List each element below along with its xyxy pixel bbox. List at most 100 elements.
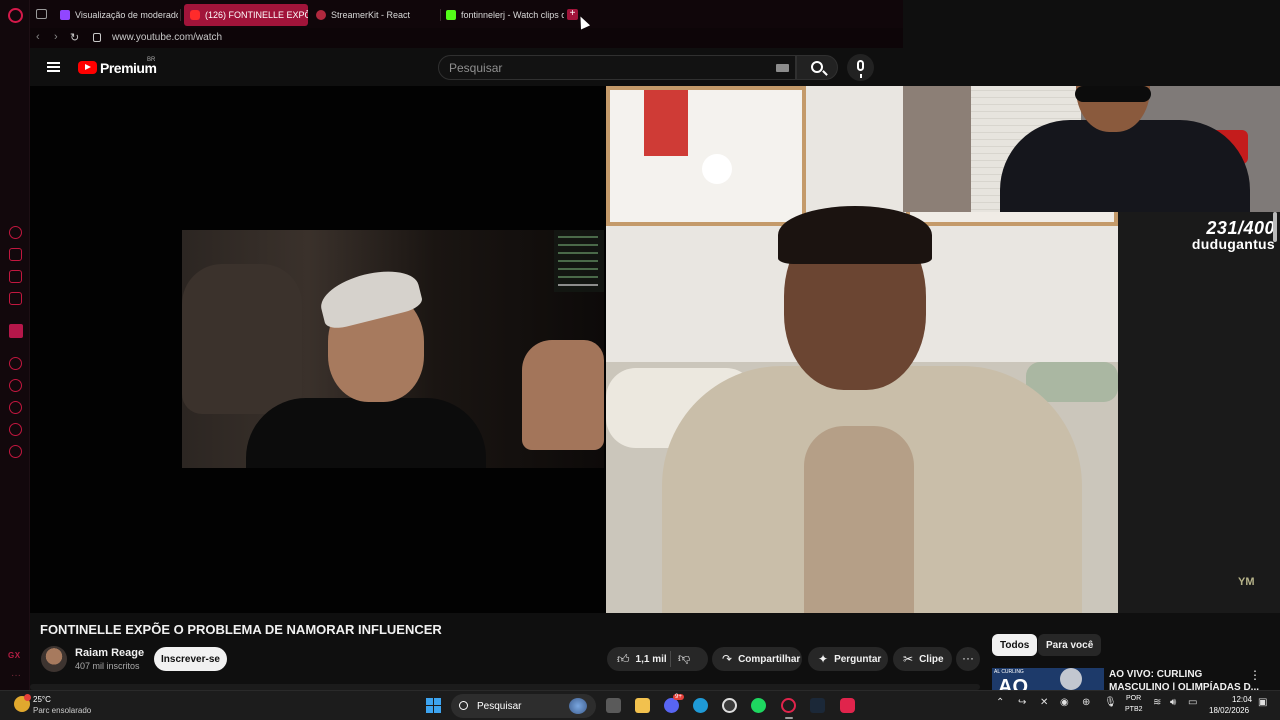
search-input[interactable]: Pesquisar (438, 55, 796, 80)
notification-icon[interactable]: ▣ (1258, 697, 1267, 708)
share-button[interactable]: ↷ Compartilhar (712, 647, 802, 671)
tray-app-icon[interactable]: ⊕ (1082, 697, 1090, 708)
messenger-icon[interactable] (9, 292, 22, 305)
tray-app-icon[interactable]: ↪ (1018, 697, 1026, 708)
video-left-scene (182, 230, 604, 468)
keyboard-icon[interactable] (776, 64, 789, 72)
clip-button[interactable]: ✂ Clipe (893, 647, 952, 671)
recommendation-thumbnail[interactable]: AL CURLING AO (992, 668, 1104, 690)
weather-badge (24, 694, 31, 701)
thumbnail-text: AO (998, 676, 1028, 690)
battery-icon[interactable]: ▭ (1188, 697, 1197, 708)
weather-temperature[interactable]: 25°C (33, 695, 51, 704)
channel-name[interactable]: Raiam Reage (75, 647, 144, 659)
taskbar-search[interactable]: Pesquisar (451, 694, 596, 718)
clock-date[interactable]: 18/02/2026 (1209, 706, 1249, 715)
steam-icon[interactable] (810, 698, 825, 713)
keyboard-layout[interactable]: PTB2 (1125, 706, 1143, 713)
opera-gx-taskbar-icon[interactable] (781, 698, 796, 713)
youtube-logo-icon[interactable] (78, 61, 97, 74)
recommendation-menu-icon[interactable]: ⋮ (1249, 668, 1261, 682)
tab-bar: Visualização de moderado (126) FONTINELL… (30, 0, 903, 28)
tab-label: Visualização de moderado (75, 10, 178, 20)
task-view-icon[interactable] (606, 698, 621, 713)
clock-time[interactable]: 12:04 (1232, 695, 1252, 704)
obs-icon[interactable] (722, 698, 737, 713)
tab-divider (180, 9, 181, 21)
workspaces-icon[interactable] (36, 9, 47, 19)
recommendation-title[interactable]: AO VIVO: CURLING (1109, 669, 1202, 680)
tray-microphone-icon[interactable]: 🎙︎ (1104, 697, 1117, 708)
volume-icon[interactable]: 🔊︎ (1170, 697, 1176, 708)
wall-art-frame (606, 86, 806, 226)
more-actions-button[interactable]: ··· (956, 647, 980, 671)
gx-control-icon[interactable] (9, 248, 22, 261)
subscribe-button[interactable]: Inscrever-se (154, 647, 227, 671)
overlay-username: dudugantus (1191, 236, 1275, 252)
wifi-icon[interactable]: ≋ (1153, 697, 1161, 708)
search-highlight-icon (569, 698, 587, 714)
windows-start-icon[interactable] (426, 698, 441, 713)
subscriber-count: 407 mil inscritos (75, 661, 140, 671)
back-icon[interactable]: ‹ (36, 31, 40, 43)
file-explorer-icon[interactable] (635, 698, 650, 713)
voice-search-button[interactable] (847, 54, 874, 81)
speed-dial-icon[interactable] (9, 226, 22, 239)
car-seat (182, 264, 302, 414)
video-player[interactable]: 231/400 dudugantus YM (30, 86, 1280, 613)
forward-icon[interactable]: › (54, 31, 58, 43)
sidebar-more-icon[interactable]: ··· (11, 670, 21, 681)
tray-overflow-icon[interactable]: ⌃ (996, 697, 1004, 708)
shirt (804, 426, 914, 613)
active-indicator (785, 717, 793, 719)
weather-condition[interactable]: Parc ensolarado (33, 706, 91, 715)
history-icon[interactable] (9, 401, 22, 414)
tray-discord-icon[interactable]: ◉ (1060, 697, 1069, 708)
settings-gear-icon[interactable] (9, 445, 22, 458)
lock-icon (93, 33, 101, 42)
thumbs-down-icon: 👎︎ (678, 651, 691, 665)
thumbnail-label: AL CURLING (994, 669, 1024, 675)
opera-gx-logo-icon[interactable] (8, 8, 23, 23)
channel-avatar[interactable] (41, 646, 67, 672)
like-button[interactable]: 👍︎ 1,1 mil (607, 647, 708, 671)
region-code: BR (147, 57, 156, 63)
person-hand (522, 340, 604, 450)
extensions-icon[interactable] (9, 423, 22, 436)
opera-gx-alt-icon[interactable] (840, 698, 855, 713)
menu-icon[interactable] (47, 62, 60, 72)
chip-all[interactable]: Todos (992, 634, 1038, 656)
reload-icon[interactable]: ↻ (70, 31, 79, 44)
player-icon[interactable] (9, 357, 22, 370)
address-bar: ‹ › ↻ www.youtube.com/watch (30, 28, 903, 48)
spotify-icon[interactable] (751, 698, 766, 713)
thumbnail-face (1060, 668, 1082, 690)
like-count: 1,1 mil (635, 653, 667, 665)
language-indicator[interactable]: POR (1126, 695, 1141, 702)
gx-corner-icon[interactable] (9, 270, 22, 283)
chip-for-you[interactable]: Para você (1038, 634, 1102, 656)
search-icon (459, 701, 468, 710)
thumbs-up-icon: 👍︎ (617, 651, 630, 666)
tab-twitch-moderator[interactable]: Visualização de moderado (54, 4, 178, 26)
url-field[interactable]: www.youtube.com/watch (112, 32, 222, 43)
tab-streamerkit[interactable]: StreamerKit - React (310, 4, 438, 26)
tab-youtube-video[interactable]: (126) FONTINELLE EXPÕE (184, 4, 308, 26)
search-button[interactable] (796, 55, 838, 80)
share-label: Compartilhar (738, 653, 801, 665)
windows-taskbar: 25°C Parc ensolarado Pesquisar 9+ ⌃ ↪ ✕ … (0, 690, 1280, 720)
heart-icon[interactable] (9, 379, 22, 392)
tray-app-icon[interactable]: ✕ (1040, 697, 1048, 708)
discord-badge: 9+ (673, 694, 684, 700)
gx-label[interactable]: GX (8, 651, 21, 660)
dislike-button[interactable]: 👎︎ (678, 651, 690, 666)
taskbar-search-label: Pesquisar (477, 700, 522, 712)
twitch-sidebar-icon[interactable] (9, 324, 23, 338)
clip-label: Clipe (919, 653, 944, 665)
ask-button[interactable]: ✦ Perguntar (808, 647, 888, 671)
tab-kick-clips[interactable]: fontinnelerj - Watch clips o (440, 4, 564, 26)
kick-icon (446, 10, 456, 20)
discord-icon[interactable] (664, 698, 679, 713)
edge-icon[interactable] (693, 698, 708, 713)
share-icon: ↷ (722, 652, 733, 666)
